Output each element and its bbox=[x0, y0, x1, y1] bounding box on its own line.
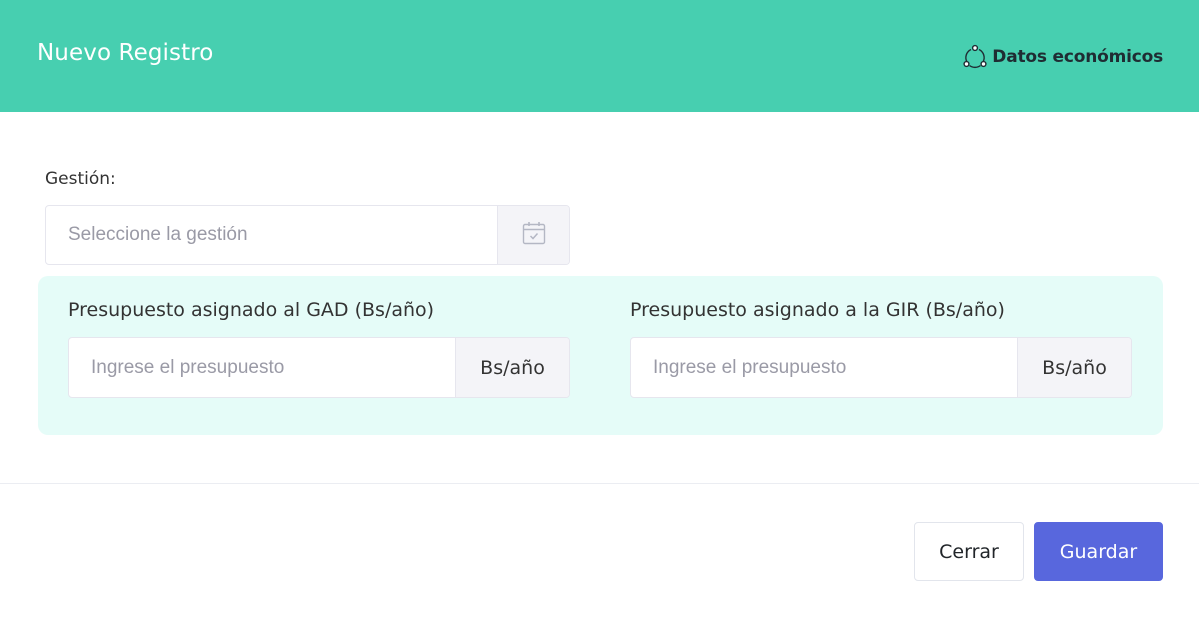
gad-budget-unit: Bs/año bbox=[455, 338, 569, 397]
gestion-input-group bbox=[45, 205, 570, 265]
gir-budget-unit: Bs/año bbox=[1017, 338, 1131, 397]
gir-budget-input-group: Bs/año bbox=[630, 337, 1132, 398]
gir-budget-label: Presupuesto asignado a la GIR (Bs/año) bbox=[630, 299, 1005, 321]
gad-budget-label: Presupuesto asignado al GAD (Bs/año) bbox=[68, 299, 435, 321]
save-button[interactable]: Guardar bbox=[1034, 522, 1163, 581]
modal-header: Nuevo Registro Datos económicos bbox=[0, 0, 1199, 112]
gad-budget-input[interactable] bbox=[69, 338, 455, 397]
gad-budget-input-group: Bs/año bbox=[68, 337, 570, 398]
footer-divider bbox=[0, 483, 1199, 484]
gestion-input[interactable] bbox=[46, 206, 497, 264]
section-label: Datos económicos bbox=[992, 47, 1163, 67]
section-indicator: Datos económicos bbox=[962, 44, 1163, 70]
modal-title: Nuevo Registro bbox=[37, 40, 214, 66]
close-button[interactable]: Cerrar bbox=[914, 522, 1024, 581]
calendar-check-icon bbox=[521, 220, 547, 251]
gir-budget-input[interactable] bbox=[631, 338, 1017, 397]
new-record-modal: Nuevo Registro Datos económicos Gestión: bbox=[0, 0, 1199, 618]
gestion-calendar-addon[interactable] bbox=[497, 206, 569, 264]
gestion-label: Gestión: bbox=[45, 169, 116, 189]
circle-nodes-icon bbox=[962, 44, 988, 70]
